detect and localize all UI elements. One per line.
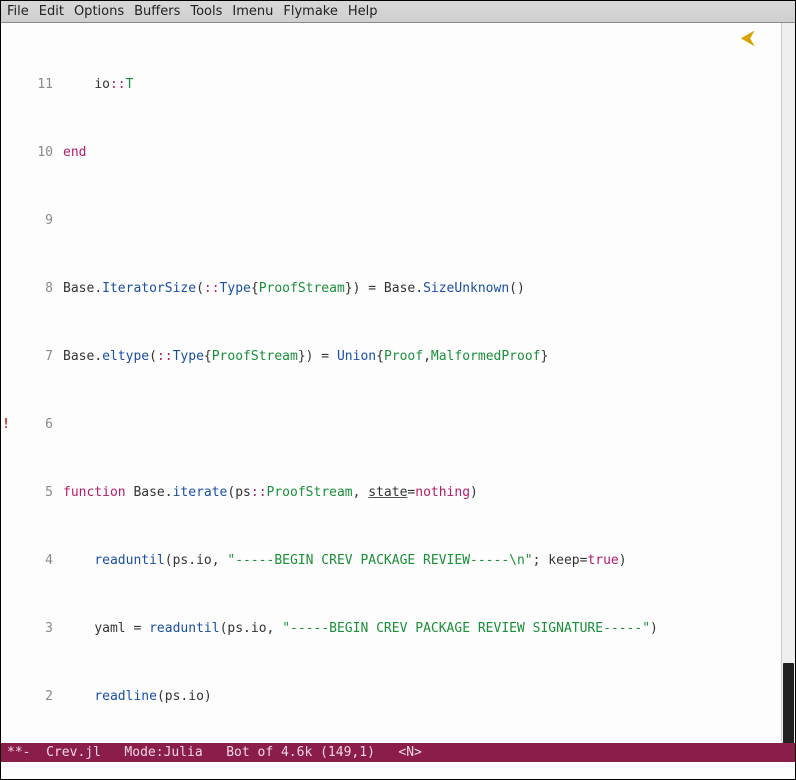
menu-imenu[interactable]: Imenu	[232, 4, 273, 19]
menu-file[interactable]: File	[7, 4, 29, 19]
menu-buffers[interactable]: Buffers	[134, 4, 180, 19]
line-number: 10	[11, 144, 63, 161]
mode-line[interactable]: **- Crev.jl Mode:Julia Bot of 4.6k (149,…	[1, 743, 795, 762]
modeline-state: <N>	[398, 745, 421, 760]
modeline-major-mode[interactable]: Julia	[164, 745, 203, 760]
modeline-coords: (149,1)	[320, 745, 375, 760]
vertical-scrollbar[interactable]	[781, 23, 795, 743]
line-number: 5	[11, 484, 63, 501]
fringe-indicator	[1, 280, 11, 297]
line-number: 9	[11, 212, 63, 229]
fringe-indicator	[1, 76, 11, 93]
menu-help[interactable]: Help	[348, 4, 378, 19]
menu-edit[interactable]: Edit	[39, 4, 64, 19]
fringe-indicator: !	[1, 416, 11, 433]
modeline-buffer-name[interactable]: Crev.jl	[46, 745, 101, 760]
line-number: 7	[11, 348, 63, 365]
emacs-frame: File Edit Options Buffers Tools Imenu Fl…	[0, 0, 796, 780]
fringe-indicator	[1, 688, 11, 705]
overlay-arrow-icon: ⮜	[741, 25, 755, 49]
modeline-position: Bot of 4.6k	[226, 745, 312, 760]
menu-tools[interactable]: Tools	[190, 4, 222, 19]
editor-area[interactable]: ⮜ 11 io::T 10end 9 8Base.IteratorSize(::…	[1, 23, 795, 743]
scrollbar-thumb[interactable]	[783, 663, 794, 743]
line-number: 3	[11, 620, 63, 637]
line-number: 4	[11, 552, 63, 569]
fringe-indicator	[1, 212, 11, 229]
modeline-mode-label: Mode:	[124, 745, 163, 760]
fringe-indicator	[1, 552, 11, 569]
line-number: 2	[11, 688, 63, 705]
modeline-modified: **-	[7, 745, 30, 760]
fringe-indicator	[1, 348, 11, 365]
fringe-indicator	[1, 144, 11, 161]
code-lines[interactable]: 11 io::T 10end 9 8Base.IteratorSize(::Ty…	[1, 23, 781, 743]
fringe-indicator	[1, 484, 11, 501]
menu-options[interactable]: Options	[74, 4, 124, 19]
menubar[interactable]: File Edit Options Buffers Tools Imenu Fl…	[1, 1, 795, 23]
line-number: 6	[11, 416, 63, 433]
minibuffer[interactable]	[1, 762, 795, 779]
line-number: 11	[11, 76, 63, 93]
fringe-indicator	[1, 620, 11, 637]
line-number: 8	[11, 280, 63, 297]
menu-flymake[interactable]: Flymake	[283, 4, 337, 19]
